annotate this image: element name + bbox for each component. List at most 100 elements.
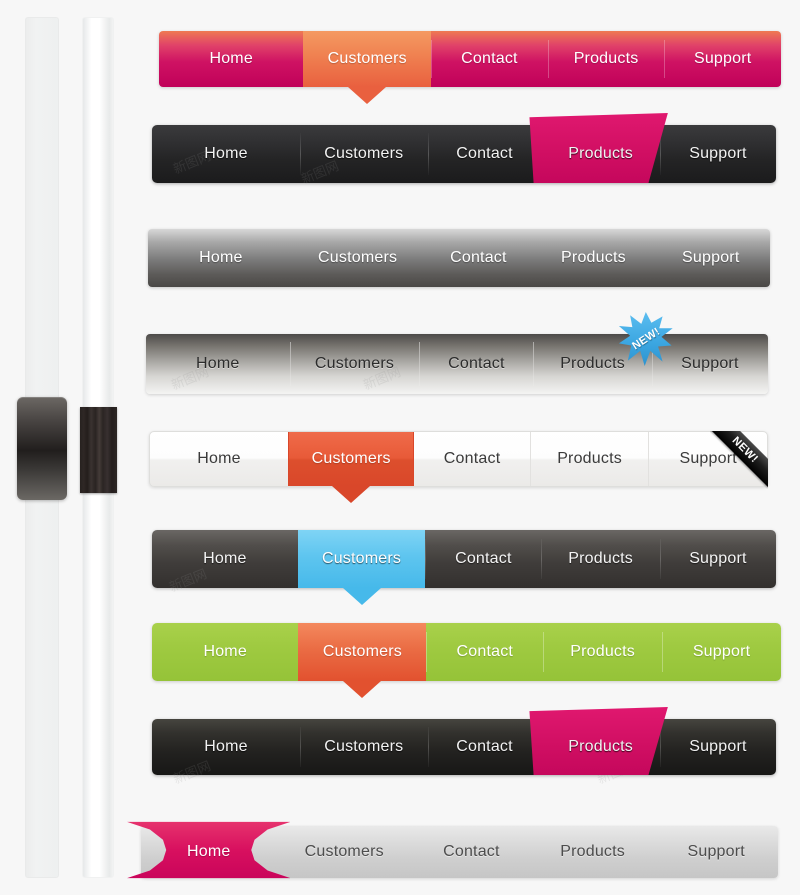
nav-item-label: Home: [203, 550, 247, 567]
nav-item-products[interactable]: Products: [541, 530, 659, 588]
nav-item-contact[interactable]: Contact: [431, 31, 548, 87]
nav-item-label: Products: [560, 355, 625, 372]
nav-item-label: Products: [557, 450, 622, 467]
navbar-dark-pink-ribbon: Home Customers Contact Products Support: [152, 113, 776, 183]
navbar-graphite-blue: Home Customers Contact Products Support: [152, 530, 776, 605]
nav-item-customers[interactable]: Customers: [298, 623, 427, 698]
nav-item-label: Support: [679, 450, 737, 467]
nav-item-label: Products: [561, 249, 626, 266]
nav-item-home[interactable]: Home: [127, 821, 291, 879]
nav-item-label: Home: [196, 355, 240, 372]
navbar-black-pink-ribbon: Home Customers Contact Products Support: [152, 707, 776, 775]
nav-item-label: Support: [687, 843, 745, 860]
nav-item-label: Customers: [314, 355, 395, 372]
nav-item-support[interactable]: Support: [659, 125, 776, 183]
nav-item-label: Home: [199, 249, 243, 266]
nav-item-label: Customers: [322, 643, 403, 660]
navbar-green-orange: Home Customers Contact Products Support: [152, 623, 781, 698]
nav-item-products[interactable]: Products: [531, 826, 655, 878]
nav-item-label: Products: [568, 550, 633, 567]
navbar-collection: Home Customers Contact Products Support …: [0, 0, 800, 895]
nav-item-products[interactable]: Products: [543, 623, 662, 681]
active-pointer-arrow: [348, 87, 387, 104]
nav-item-label: Products: [560, 843, 625, 860]
nav-item-label: Contact: [456, 738, 513, 755]
nav-item-products[interactable]: Products: [547, 31, 665, 87]
nav-item-label: Products: [568, 738, 634, 755]
nav-item-home[interactable]: Home: [152, 125, 300, 183]
nav-item-support[interactable]: Support: [648, 432, 767, 486]
nav-item-label: Contact: [443, 450, 501, 467]
nav-item-contact[interactable]: Contact: [427, 719, 542, 775]
nav-item-label: Customers: [304, 843, 384, 860]
nav-item-customers[interactable]: Customers: [289, 334, 420, 394]
nav-item-products[interactable]: Products NEW!: [533, 312, 673, 394]
navbar-white-orange: Home Customers Contact Products Support …: [149, 431, 768, 503]
nav-item-home[interactable]: Home: [152, 719, 300, 775]
nav-item-home[interactable]: Home: [152, 530, 298, 588]
nav-item-label: Home: [209, 50, 253, 67]
nav-item-label: Home: [204, 738, 248, 755]
nav-item-products[interactable]: Products: [529, 432, 649, 486]
nav-item-contact[interactable]: Contact: [427, 125, 542, 183]
nav-item-customers[interactable]: Customers: [300, 125, 428, 183]
nav-item-label: Support: [682, 249, 740, 266]
nav-item-contact[interactable]: Contact: [425, 530, 541, 588]
nav-item-contact[interactable]: Contact: [412, 826, 531, 878]
nav-item-label: Home: [197, 450, 241, 467]
nav-item-support[interactable]: Support: [659, 530, 776, 588]
nav-item-label: Support: [692, 643, 751, 660]
nav-item-support[interactable]: Support: [652, 229, 770, 287]
nav-item-customers[interactable]: Customers: [287, 432, 414, 503]
navbar-pink-magenta: Home Customers Contact Products Support: [159, 31, 781, 104]
nav-item-contact[interactable]: Contact: [413, 432, 529, 486]
nav-item-label: Home: [187, 843, 231, 860]
nav-item-label: Support: [689, 550, 747, 567]
nav-item-label: Support: [693, 50, 752, 67]
nav-item-label: Home: [203, 643, 247, 660]
nav-item-products[interactable]: Products: [535, 229, 651, 287]
nav-item-contact[interactable]: Contact: [419, 334, 533, 394]
nav-item-products[interactable]: Products: [529, 707, 668, 775]
nav-item-label: Products: [568, 145, 634, 162]
nav-item-customers[interactable]: Customers: [294, 229, 422, 287]
nav-item-label: Customers: [318, 249, 398, 266]
nav-item-label: Contact: [443, 843, 500, 860]
nav-item-label: Products: [573, 50, 639, 67]
nav-item-label: Contact: [456, 145, 513, 162]
nav-item-label: Support: [689, 145, 747, 162]
nav-item-customers[interactable]: Customers: [276, 826, 411, 878]
badge-label: NEW!: [629, 325, 662, 353]
nav-item-label: Products: [570, 643, 635, 660]
nav-item-support[interactable]: Support: [662, 623, 781, 681]
active-pointer-arrow: [343, 681, 382, 698]
nav-item-label: Customers: [327, 50, 407, 67]
active-pointer-arrow: [342, 588, 381, 605]
nav-item-support[interactable]: Support: [664, 31, 781, 87]
nav-item-support[interactable]: Support: [659, 719, 776, 775]
nav-item-contact[interactable]: Contact: [421, 229, 535, 287]
nav-item-customers[interactable]: Customers: [297, 530, 426, 605]
nav-item-home[interactable]: Home: [150, 432, 288, 486]
nav-item-label: Support: [681, 355, 739, 372]
nav-item-products[interactable]: Products: [529, 113, 668, 183]
nav-item-home[interactable]: Home: [152, 623, 298, 681]
nav-item-label: Support: [689, 738, 747, 755]
nav-item-label: Contact: [461, 50, 518, 67]
navbar-silver-pink-star: Home Customers Contact Products Support: [127, 821, 778, 879]
nav-item-label: Contact: [448, 355, 505, 372]
nav-item-label: Customers: [321, 550, 402, 567]
nav-item-label: Contact: [456, 643, 514, 660]
nav-item-customers[interactable]: Customers: [300, 719, 428, 775]
nav-item-contact[interactable]: Contact: [426, 623, 543, 681]
nav-item-label: Customers: [311, 450, 391, 467]
nav-item-customers[interactable]: Customers: [303, 31, 432, 104]
active-pointer-arrow: [332, 486, 371, 503]
nav-item-label: Contact: [455, 550, 512, 567]
nav-item-home[interactable]: Home: [159, 31, 303, 87]
nav-item-support[interactable]: Support: [651, 334, 768, 394]
nav-item-home[interactable]: Home: [148, 229, 294, 287]
nav-item-label: Contact: [450, 249, 507, 266]
nav-item-support[interactable]: Support: [654, 826, 778, 878]
nav-item-home[interactable]: Home: [146, 334, 290, 394]
